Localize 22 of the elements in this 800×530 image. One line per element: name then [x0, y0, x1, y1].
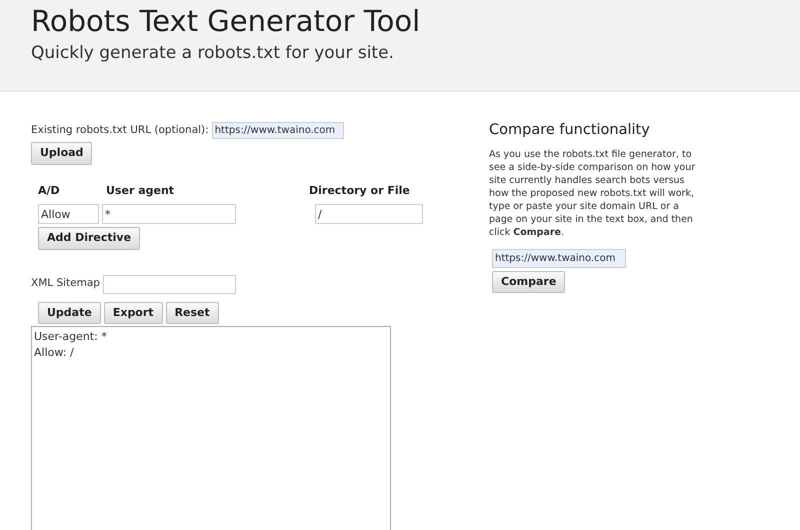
path-field[interactable]: /	[315, 204, 423, 224]
action-field[interactable]: Allow	[38, 204, 99, 224]
column-header: User agent	[106, 182, 176, 198]
action-button[interactable]: Export	[104, 302, 163, 324]
compare-button[interactable]: Compare	[492, 270, 566, 294]
url-label: Existing robots.txt URL (optional):	[31, 122, 209, 138]
compare-description: As you use the robots.txt file generator, to see a side-by-side comparison on how your site currently handles search bots versus how the proposed new robots.txt will work, type or paste your site domain URL or a page on your site in the text box, and then click Compare.	[489, 148, 696, 239]
url-input[interactable]: https://www.twaino.com	[212, 122, 344, 139]
user-agent-field[interactable]: *	[102, 204, 236, 224]
sitemap-input[interactable]	[102, 274, 236, 294]
compare-title: Compare functionality	[489, 121, 651, 140]
robots-output[interactable]: User-agent: * Allow: /	[31, 326, 391, 530]
column-header: A/D	[38, 182, 61, 198]
column-header: Directory or File	[309, 182, 410, 198]
sitemap-label: XML Sitemap	[31, 276, 100, 292]
action-button[interactable]: Update	[38, 302, 101, 324]
action-button[interactable]: Reset	[166, 302, 219, 324]
page-title: Robots Text Generator Tool	[31, 3, 422, 39]
page-subtitle: Quickly generate a robots.txt for your site.	[31, 42, 395, 65]
upload-button[interactable]: Upload	[31, 142, 92, 164]
compare-url-input[interactable]: https://www.twaino.com	[492, 248, 626, 268]
add-directive-button[interactable]: Add Directive	[38, 227, 140, 250]
